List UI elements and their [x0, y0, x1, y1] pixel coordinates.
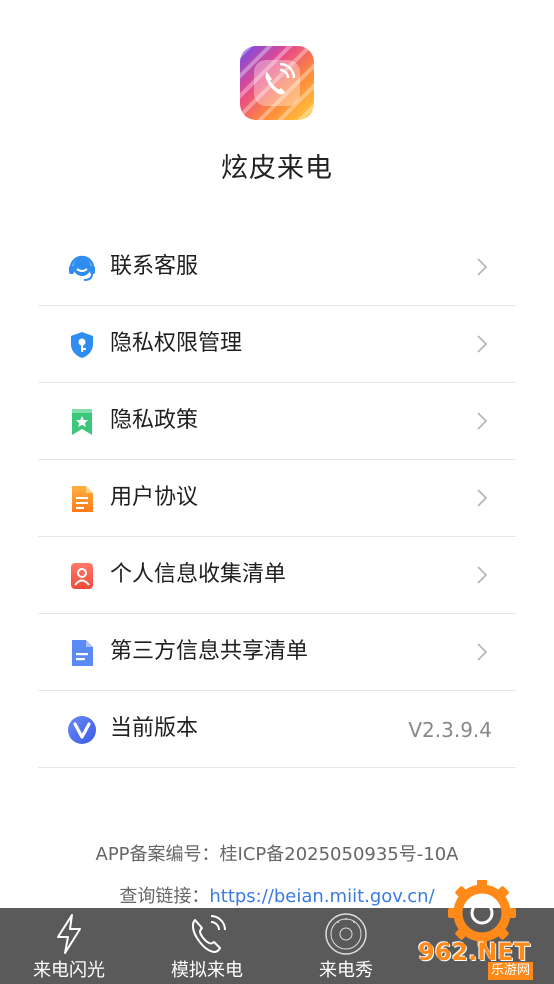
watermark-subtext: 乐游网: [488, 962, 534, 980]
menu-item-privacy-policy[interactable]: 隐私政策: [38, 383, 516, 460]
chevron-right-icon: [476, 488, 488, 508]
chevron-right-icon: [476, 334, 488, 354]
tab-call-flash[interactable]: 来电闪光: [14, 908, 124, 984]
menu-item-label: 隐私政策: [110, 408, 199, 433]
menu-item-label: 个人信息收集清单: [110, 562, 287, 587]
menu-item-privacy-permissions[interactable]: 隐私权限管理: [38, 306, 516, 383]
version-v-icon: [66, 714, 98, 746]
call-show-badge-icon: [324, 912, 368, 956]
icp-record-number: APP备案编号：桂ICP备2025050935号-10A: [95, 844, 459, 865]
chevron-right-icon: [476, 642, 488, 662]
phone-ring-icon: [185, 912, 229, 956]
tab-call-show[interactable]: 来电秀: [291, 908, 401, 984]
bookmark-star-icon: [66, 406, 98, 438]
menu-item-contact-service[interactable]: 联系客服: [38, 229, 516, 306]
tab-label: 来电闪光: [33, 960, 105, 981]
tab-label: 来电秀: [319, 960, 373, 981]
tab-label: 模拟来电: [171, 960, 243, 981]
menu-item-current-version[interactable]: 当前版本 V2.3.9.4: [38, 691, 516, 768]
settings-menu: 联系客服 隐私权限管理 隐私政策 用户协议 个人信息收集清单 第三方信息共享清单…: [38, 229, 516, 768]
menu-item-label: 联系客服: [110, 254, 199, 279]
shield-key-icon: [66, 329, 98, 361]
menu-item-label: 当前版本: [110, 716, 199, 741]
icp-query-link[interactable]: https://beian.miit.gov.cn/: [209, 886, 434, 907]
lightning-icon: [47, 912, 91, 956]
app-name: 炫皮来电: [221, 153, 333, 184]
chevron-right-icon: [476, 565, 488, 585]
menu-item-label: 用户协议: [110, 485, 199, 510]
file-lines-icon: [66, 637, 98, 669]
version-number: V2.3.9.4: [408, 718, 492, 742]
chevron-right-icon: [476, 257, 488, 277]
document-icon: [66, 483, 98, 515]
menu-item-third-party-sharing[interactable]: 第三方信息共享清单: [38, 614, 516, 691]
user-card-icon: [66, 560, 98, 592]
chevron-right-icon: [476, 411, 488, 431]
menu-item-personal-info-list[interactable]: 个人信息收集清单: [38, 537, 516, 614]
app-logo: [240, 46, 314, 120]
query-label: 查询链接：: [119, 886, 210, 907]
customer-service-icon: [66, 252, 98, 284]
menu-item-label: 第三方信息共享清单: [110, 639, 309, 664]
menu-item-label: 隐私权限管理: [110, 331, 243, 356]
menu-item-user-agreement[interactable]: 用户协议: [38, 460, 516, 537]
tab-simulated-call[interactable]: 模拟来电: [152, 908, 262, 984]
